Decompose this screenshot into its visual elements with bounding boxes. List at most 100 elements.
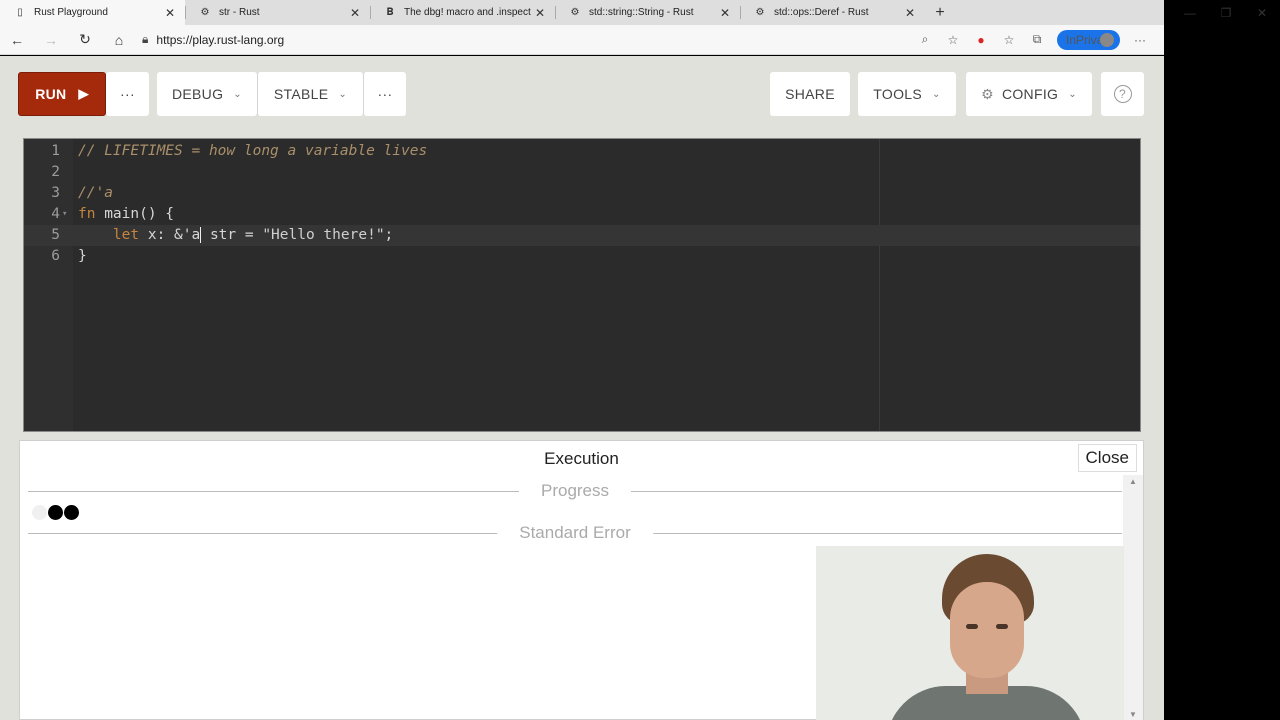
tools-label: TOOLS (873, 86, 922, 102)
presenter-eye (966, 624, 978, 629)
progress-section: Progress (28, 481, 1122, 501)
code-editor[interactable]: 1 // LIFETIMES = how long a variable liv… (23, 138, 1141, 432)
code-line: 2 (24, 162, 1140, 183)
loading-dot (32, 505, 47, 520)
book-icon: 𝐁 (386, 7, 394, 18)
gear-icon: ⚙ (981, 85, 994, 102)
tab-label: str - Rust (219, 7, 260, 18)
close-icon[interactable]: ✕ (718, 6, 732, 20)
channel-button[interactable]: STABLE ⌄ (257, 72, 363, 116)
comment-text: //'a (78, 185, 113, 201)
close-icon[interactable]: ✕ (348, 6, 362, 20)
run-button[interactable]: RUN ▶ (18, 72, 106, 116)
code-rest: main() { (95, 206, 175, 222)
docs-rs-icon: ⚙ (755, 7, 765, 18)
keyword: let (78, 227, 140, 243)
scroll-down-icon[interactable]: ▼ (1123, 710, 1143, 719)
tab-string[interactable]: ⚙ std::string::String - Rust ✕ (555, 0, 740, 25)
presenter-eye (996, 624, 1008, 629)
stable-label: STABLE (273, 86, 329, 102)
chevron-down-icon: ⌄ (932, 88, 941, 100)
chevron-down-icon: ⌄ (338, 88, 348, 100)
tab-dbg-macro[interactable]: 𝐁 The dbg! macro and .inspect - E ✕ (370, 0, 555, 25)
help-button[interactable]: ? (1101, 72, 1144, 116)
back-icon[interactable]: ← (0, 32, 34, 48)
browser-tab-bar: ▯ Rust Playground ✕ ⚙ str - Rust ✕ 𝐁 The… (0, 0, 1164, 25)
more-icon: ··· (120, 86, 135, 102)
docs-rs-icon: ⚙ (200, 7, 210, 18)
output-title: Execution (544, 449, 619, 468)
line-number: 1 (51, 143, 60, 159)
inprivate-label: InPrivate (1066, 32, 1114, 47)
avatar (1100, 32, 1114, 47)
code-end: ; (384, 227, 394, 243)
keyword: fn (78, 206, 96, 222)
more-icon: ··· (377, 86, 393, 102)
code-line: 6 } (24, 246, 1140, 267)
presenter-face (950, 582, 1024, 678)
config-label: CONFIG (1001, 86, 1059, 102)
stderr-label: Standard Error (497, 523, 653, 543)
page-icon: ▯ (17, 7, 23, 18)
fold-arrow-icon[interactable]: ▾ (62, 204, 67, 225)
debug-label: DEBUG (172, 86, 224, 102)
extension-icon[interactable]: ● (967, 33, 995, 47)
code-after: str = (201, 227, 263, 243)
help-icon: ? (1113, 85, 1132, 103)
share-label: SHARE (785, 86, 835, 102)
play-icon: ▶ (78, 86, 89, 101)
close-icon[interactable]: ✕ (533, 6, 547, 20)
docs-rs-icon: ⚙ (570, 7, 580, 18)
favorite-add-icon[interactable]: ☆ (939, 33, 967, 47)
tab-label: std::ops::Deref - Rust (774, 7, 869, 18)
scroll-up-icon[interactable]: ▲ (1123, 477, 1143, 486)
close-icon[interactable]: ✕ (903, 6, 917, 20)
line-number: 4 (51, 206, 60, 222)
output-scrollbar[interactable]: ▲ ▼ (1123, 475, 1143, 720)
forward-icon[interactable]: → (34, 32, 68, 48)
code-line-active: 5 let x: &'a str = "Hello there!"; (24, 225, 1140, 246)
loading-dot (64, 505, 79, 520)
code-line: 1 // LIFETIMES = how long a variable liv… (24, 141, 1140, 162)
config-button[interactable]: ⚙ CONFIG ⌄ (966, 72, 1092, 116)
window-controls: — ❐ ✕ (1172, 0, 1280, 25)
code-mid: x: &'a (139, 227, 201, 243)
close-window-icon[interactable]: ✕ (1244, 0, 1280, 25)
tab-rust-playground[interactable]: ▯ Rust Playground ✕ (0, 0, 185, 25)
url-field[interactable]: https://play.rust-lang.org (156, 33, 911, 47)
string-literal: "Hello there!" (262, 227, 385, 243)
code-line: 3 //'a (24, 183, 1140, 204)
home-icon[interactable]: ⌂ (102, 32, 136, 48)
line-number: 3 (51, 185, 60, 201)
more-icon[interactable]: ··· (1126, 33, 1154, 47)
chevron-down-icon: ⌄ (233, 88, 242, 100)
code-text: } (78, 248, 87, 264)
tab-deref[interactable]: ⚙ std::ops::Deref - Rust ✕ (740, 0, 925, 25)
new-tab-icon[interactable]: + (925, 0, 955, 25)
chevron-down-icon: ⌄ (1068, 88, 1077, 100)
restore-icon[interactable]: ❐ (1208, 0, 1244, 25)
close-icon[interactable]: ✕ (163, 6, 177, 20)
refresh-icon[interactable]: ↻ (68, 31, 102, 48)
share-button[interactable]: SHARE (770, 72, 850, 116)
advanced-options-button[interactable]: ··· (363, 72, 406, 116)
comment-text: // LIFETIMES = how long a variable lives (78, 143, 428, 159)
close-button[interactable]: Close (1077, 444, 1137, 472)
inprivate-badge[interactable]: InPrivate (1057, 29, 1120, 50)
tab-str-rust[interactable]: ⚙ str - Rust ✕ (185, 0, 370, 25)
code-line: 4 ▾ fn main() { (24, 204, 1140, 225)
code-text: let x: &'a str = "Hello there!"; (78, 225, 393, 246)
zoom-icon[interactable]: ⌕ (911, 32, 939, 47)
favorites-icon[interactable]: ☆ (995, 33, 1023, 47)
tools-button[interactable]: TOOLS ⌄ (858, 72, 956, 116)
loading-dot (48, 505, 63, 520)
debug-button[interactable]: DEBUG ⌄ (157, 72, 257, 116)
webcam-overlay (816, 546, 1124, 720)
tab-label: Rust Playground (34, 7, 108, 18)
collections-icon[interactable]: ⧉ (1023, 32, 1051, 47)
run-more-button[interactable]: ··· (106, 72, 149, 116)
loading-indicator (32, 505, 79, 520)
minimize-icon[interactable]: — (1172, 0, 1208, 25)
lock-icon[interactable]: 🔒︎ (142, 32, 148, 47)
code-text: fn main() { (78, 204, 174, 225)
